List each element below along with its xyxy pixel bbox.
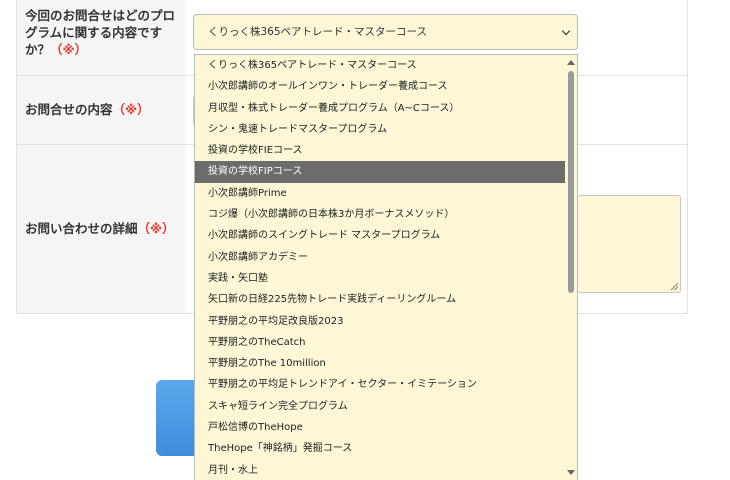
dropdown-option[interactable]: 投資の学校FIEコース <box>195 140 577 161</box>
dropdown-option[interactable]: 平野朋之のTheCatch <box>195 332 577 353</box>
program-question-text: 今回のお問合せはどのプログラムに関する内容ですか？ <box>25 8 176 57</box>
dropdown-option[interactable]: 平野朋之の平均足トレンドアイ・セクター・イミテーション <box>195 374 577 395</box>
dropdown-option[interactable]: 小次郎講師のスイングトレード マスタープログラム <box>195 225 577 246</box>
dropdown-option[interactable]: シン・鬼速トレードマスタープログラム <box>195 119 577 140</box>
dropdown-option[interactable]: 月収型・株式トレーダー養成プログラム（A~Cコース） <box>195 98 577 119</box>
dropdown-option[interactable]: コジ爆（小次郎講師の日本株3か月ボーナスメソッド） <box>195 204 577 225</box>
inquiry-detail-label: お問い合わせの詳細（※） <box>25 220 175 237</box>
inquiry-detail-text: お問い合わせの詳細 <box>25 221 138 236</box>
dropdown-option[interactable]: 平野朋之の平均足改良版2023 <box>195 311 577 332</box>
scroll-up-arrow-icon[interactable] <box>567 60 575 65</box>
inquiry-detail-textarea[interactable] <box>577 195 681 293</box>
dropdown-option[interactable]: くりっく株365ペアトレード・マスターコース <box>195 55 577 76</box>
dropdown-option[interactable]: 平野朋之のThe 10million <box>195 353 577 374</box>
required-mark: （※） <box>50 42 88 57</box>
program-question-label: 今回のお問合せはどのプログラムに関する内容ですか？（※） <box>25 7 175 58</box>
dropdown-option[interactable]: スキャ短ライン完全プログラム <box>195 396 577 417</box>
dropdown-options: くりっく株365ペアトレード・マスターコース 小次郎講師のオールインワン・トレーダ… <box>195 55 577 480</box>
dropdown-option[interactable]: 矢口新の日経225先物トレード実践ディーリングルーム <box>195 289 577 310</box>
inquiry-content-text: お問合せの内容 <box>25 102 113 117</box>
chevron-down-icon[interactable] <box>561 26 571 36</box>
dropdown-option[interactable]: 小次郎講師アカデミー <box>195 247 577 268</box>
program-select-value: くりっく株365ペアトレード・マスターコース <box>208 26 428 38</box>
dropdown-scrollbar[interactable] <box>565 55 577 480</box>
dropdown-option[interactable]: 実践・矢口塾 <box>195 268 577 289</box>
dropdown-option[interactable]: TheHope「神銘柄」発掘コース <box>195 438 577 459</box>
scroll-down-arrow-icon[interactable] <box>567 470 575 475</box>
dropdown-option[interactable]: 投資の学校FIPコース <box>195 161 577 183</box>
dropdown-option[interactable]: 戸松信博のTheHope <box>195 417 577 438</box>
required-mark: （※） <box>137 221 175 236</box>
program-select[interactable]: くりっく株365ペアトレード・マスターコース <box>193 14 578 50</box>
inquiry-content-label: お問合せの内容（※） <box>25 101 175 118</box>
required-mark: （※） <box>112 102 150 117</box>
dropdown-option[interactable]: 月刊・水上 <box>195 460 577 480</box>
resize-grip-icon[interactable] <box>671 283 678 290</box>
program-dropdown-list[interactable]: くりっく株365ペアトレード・マスターコース 小次郎講師のオールインワン・トレーダ… <box>194 54 578 480</box>
scroll-thumb[interactable] <box>568 71 574 293</box>
dropdown-option[interactable]: 小次郎講師のオールインワン・トレーダー養成コース <box>195 76 577 97</box>
dropdown-option[interactable]: 小次郎講師Prime <box>195 183 577 204</box>
